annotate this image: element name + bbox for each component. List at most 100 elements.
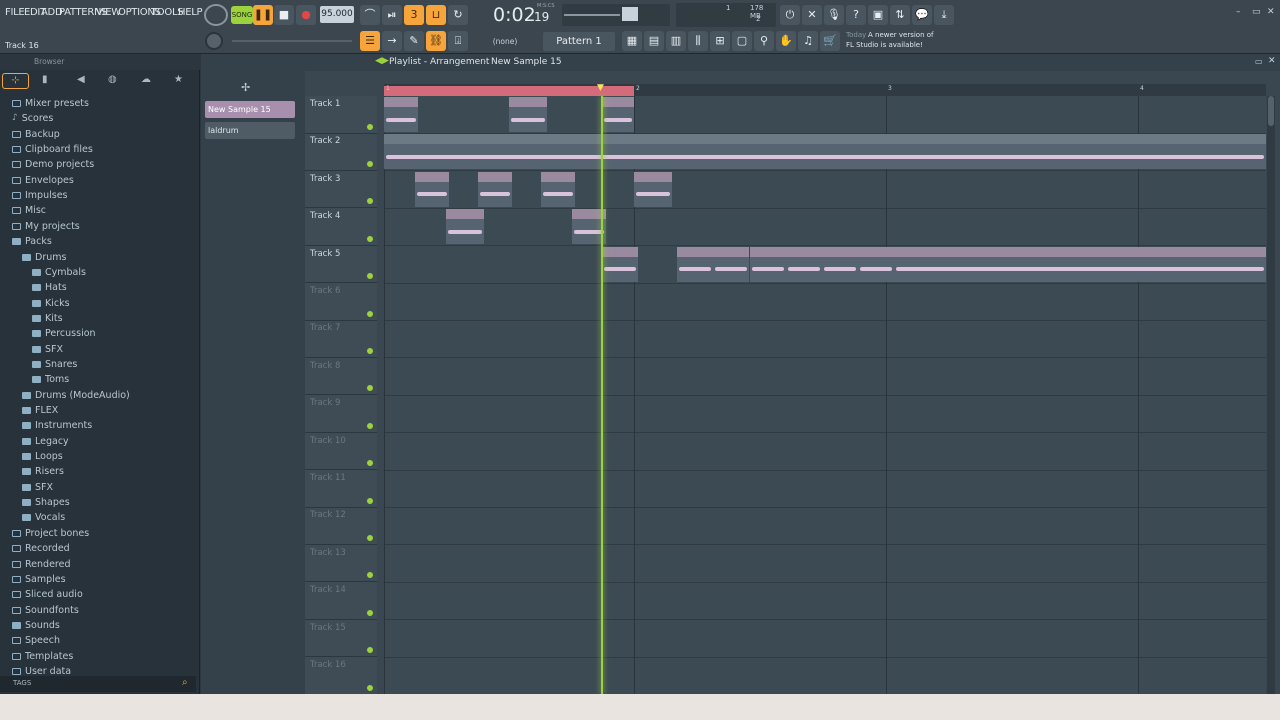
browser-item[interactable]: Cymbals [0,265,86,280]
browser-item[interactable]: Hats [0,280,67,295]
browser-item[interactable]: Risers [0,464,64,479]
track-mute-icon[interactable] [367,198,373,205]
browser-item[interactable]: Loops [0,449,63,464]
browser-star-tab[interactable]: ★ [174,74,183,85]
playlist-minimize-icon[interactable]: ▭ [1255,57,1263,66]
track-header[interactable]: Track 14 [305,582,377,620]
browser-item[interactable]: Soundfonts [0,603,79,618]
browser-item[interactable]: SFX [0,480,53,495]
audio-clip[interactable]: Ne..e 15 [750,246,786,282]
next-arrow-icon[interactable]: → [382,31,402,51]
piano-roll-icon[interactable]: ▥ [666,31,686,51]
track-mute-icon[interactable] [367,123,373,130]
browser-all-tab[interactable]: ⊹ [2,73,29,89]
browser-item[interactable]: Kicks [0,296,70,311]
browser-plugin-tab[interactable]: ◍ [108,74,117,85]
track-mute-icon[interactable] [367,347,373,354]
audio-clip[interactable]: Ne..e 15 [634,171,672,207]
browser-item[interactable]: Templates [0,649,73,664]
browser-item[interactable]: SFX [0,342,63,357]
browser-item[interactable]: Impulses [0,188,68,203]
track-header[interactable]: Track 8 [305,358,377,396]
audio-clip[interactable]: Ne..e 15 [602,246,638,282]
browser-item[interactable]: Speech [0,633,60,648]
track-mute-icon[interactable] [367,385,373,392]
pause-button[interactable]: ❚❚ [253,5,273,25]
audio-clip[interactable]: Ne..e 15 [541,171,575,207]
track-header[interactable]: Track 11 [305,470,377,508]
track-header[interactable]: Track 13 [305,545,377,583]
browser-item[interactable]: Percussion [0,326,96,341]
loop-record-icon[interactable]: ↻ [448,5,468,25]
track-mute-icon[interactable] [367,497,373,504]
browser-cloud-tab[interactable]: ☁ [141,74,151,85]
track-mute-icon[interactable] [367,273,373,280]
track-header[interactable]: Track 6 [305,283,377,321]
search-icon[interactable]: ⌕ [182,677,188,688]
playlist-window-icon[interactable]: ▦ [622,31,642,51]
playlist-vertical-scrollbar[interactable] [1267,96,1275,694]
mic-icon[interactable]: 🎙 [824,5,844,25]
track-header[interactable]: Track 5 [305,246,377,284]
browser-item[interactable]: ♪ Scores [0,111,53,126]
browser-item[interactable]: Vocals [0,510,65,525]
audio-clip[interactable]: Ne..e 15 [858,246,894,282]
browser-item[interactable]: Sliced audio [0,587,83,602]
record-button[interactable]: ● [296,5,316,25]
track-header[interactable]: Track 7 [305,320,377,358]
master-volume-knob[interactable] [205,32,223,50]
arrangement-grid[interactable]: Ne..e 15 Ne..e 15 Ne..e 15 laldrum Ne..e 15 N… [384,96,1266,695]
audio-clip[interactable]: Ne..e 15 [786,246,822,282]
menu-file[interactable]: FILE [5,7,25,18]
browser-item[interactable]: Drums (ModeAudio) [0,388,130,403]
audio-clip[interactable]: Ne..e 15 [415,171,449,207]
pattern-selector[interactable]: Pattern 1 [543,32,615,51]
browser-files-tab[interactable]: ▮ [42,74,48,85]
shop-icon[interactable]: 🛒 [820,31,840,51]
audio-clip[interactable]: Ne..e 15 [713,246,749,282]
channel-item[interactable]: New Sample 15 [205,101,295,118]
browser-item[interactable]: Drums [0,250,66,265]
browser-item[interactable]: Mixer presets [0,96,89,111]
tempo-tap-icon[interactable]: ♫ [798,31,818,51]
track-header[interactable]: Track 9 [305,395,377,433]
browser-item[interactable]: Sounds [0,618,60,633]
audio-clip[interactable]: Ne..e 15 [822,246,858,282]
menu-help[interactable]: HELP [178,7,203,18]
touch-keyboard-icon[interactable]: ✋ [776,31,796,51]
browser-item[interactable]: Rendered [0,557,71,572]
track-mute-icon[interactable] [367,647,373,654]
countdown-icon[interactable]: 3 [404,5,424,25]
browser-item[interactable]: Envelopes [0,173,74,188]
playlist-play-icon[interactable]: ◀▶ [375,56,389,66]
channel-rack-icon[interactable]: ▤ [644,31,664,51]
playlist-icon[interactable]: ☰ [360,31,380,51]
track-header[interactable]: Track 4 [305,208,377,246]
playlist-close-icon[interactable]: ✕ [1268,56,1276,66]
audio-clip[interactable]: Ne..e 15 [602,97,634,132]
browser-item[interactable]: Clipboard files [0,142,93,157]
audio-clip[interactable]: New Sample 15 [894,246,1266,282]
download-icon[interactable]: ⤓ [934,5,954,25]
track-mute-icon[interactable] [367,310,373,317]
browser-item[interactable]: Samples [0,572,66,587]
midi-icon[interactable]: ⇅ [890,5,910,25]
tools-icon[interactable]: ✕ [802,5,822,25]
track-mute-icon[interactable] [367,609,373,616]
track-mute-icon[interactable] [367,160,373,167]
stop-button[interactable]: ■ [274,5,294,25]
track-header[interactable]: Track 3 [305,171,377,209]
audio-clip[interactable]: laldrum [384,134,1266,170]
browser-item[interactable]: FLEX [0,403,58,418]
song-pattern-toggle[interactable] [204,4,228,26]
playhead-marker-icon[interactable]: ▼ [597,83,604,93]
browser-item[interactable]: Toms [0,372,69,387]
wait-input-icon[interactable]: ⏯ [382,5,402,25]
browser-item[interactable]: Misc [0,203,46,218]
master-pitch-slider[interactable] [232,40,352,42]
song-mode-button[interactable]: SONG [231,6,253,24]
maximize-icon[interactable]: ▭ [1252,7,1262,17]
close-icon[interactable]: ✕ [1267,7,1277,17]
help-icon[interactable]: ? [846,5,866,25]
track-mute-icon[interactable] [367,534,373,541]
